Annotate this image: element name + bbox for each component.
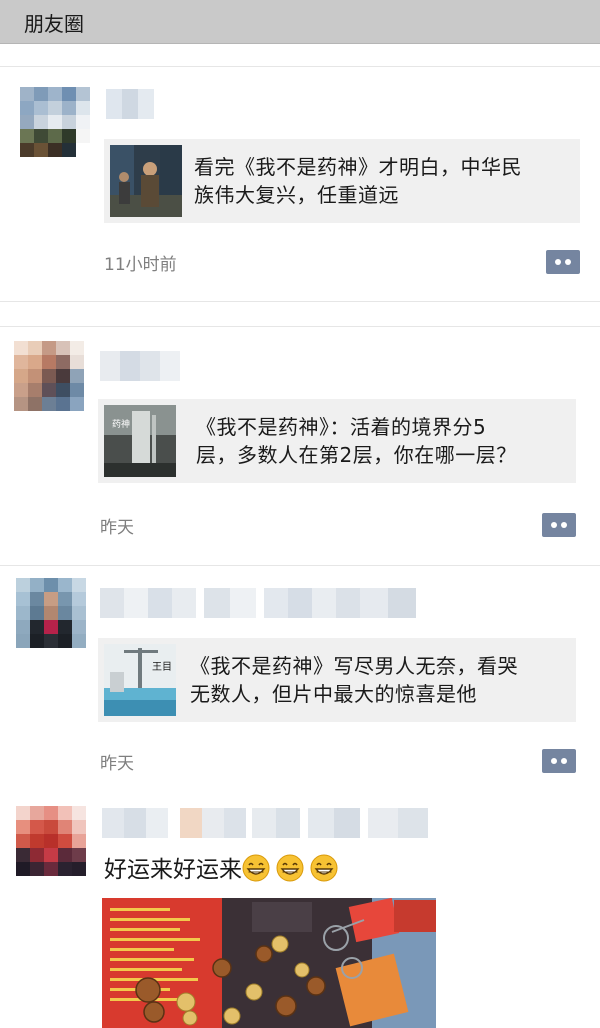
comment-dots-icon[interactable] [546, 250, 580, 274]
shared-article-title: 《我不是药神》写尽男人无奈，看哭 无数人，但片中最大的惊喜是他 [190, 654, 518, 706]
post-time: 昨天 [100, 518, 134, 538]
article-thumbnail: 王 目 [104, 644, 176, 716]
avatar[interactable] [16, 806, 86, 876]
comment-dots-icon[interactable] [542, 513, 576, 537]
shared-article-card[interactable]: 王 目 《我不是药神》写尽男人无奈，看哭 无数人，但片中最大的惊喜是他 [98, 638, 576, 722]
user-name-blurred[interactable] [100, 588, 416, 618]
post-time: 11小时前 [104, 255, 177, 275]
moment-post: 药神 《我不是药神》：活着的境界分5 层，多数人在第2层，你在哪一层？ 昨天 [0, 327, 600, 565]
moment-photo[interactable] [102, 898, 436, 1028]
moment-text: 好运来好运来 [104, 850, 338, 884]
user-name-blurred[interactable] [102, 808, 428, 838]
shared-article-card[interactable]: 药神 《我不是药神》：活着的境界分5 层，多数人在第2层，你在哪一层？ [98, 399, 576, 483]
post-time: 昨天 [100, 754, 134, 774]
user-name-blurred[interactable] [100, 351, 180, 381]
user-name-blurred[interactable] [106, 89, 166, 119]
moment-post: 王 目 《我不是药神》写尽男人无奈，看哭 无数人，但片中最大的惊喜是他 昨天 [0, 566, 600, 792]
grinning-face-icon [276, 854, 304, 882]
avatar[interactable] [16, 578, 86, 648]
avatar[interactable] [14, 341, 84, 411]
shared-article-title: 看完《我不是药神》才明白，中华民 族伟大复兴，任重道远 [194, 155, 522, 207]
svg-text:药神: 药神 [112, 418, 130, 430]
page-title: 朋友圈 [24, 12, 84, 36]
moment-post: 好运来好运来 [0, 792, 600, 1028]
title-bar: 朋友圈 [0, 0, 600, 44]
divider [0, 301, 600, 302]
comment-dots-icon[interactable] [542, 749, 576, 773]
shared-article-card[interactable]: 看完《我不是药神》才明白，中华民 族伟大复兴，任重道远 [104, 139, 580, 223]
article-thumbnail: 药神 [104, 405, 176, 477]
article-thumbnail [110, 145, 182, 217]
avatar[interactable] [20, 87, 90, 157]
svg-text:目: 目 [162, 662, 172, 673]
moment-post: 看完《我不是药神》才明白，中华民 族伟大复兴，任重道远 11小时前 [0, 67, 600, 301]
shared-article-title: 《我不是药神》：活着的境界分5 层，多数人在第2层，你在哪一层？ [196, 415, 517, 467]
grinning-face-icon [242, 854, 270, 882]
svg-text:王: 王 [152, 662, 162, 673]
grinning-face-icon [310, 854, 338, 882]
